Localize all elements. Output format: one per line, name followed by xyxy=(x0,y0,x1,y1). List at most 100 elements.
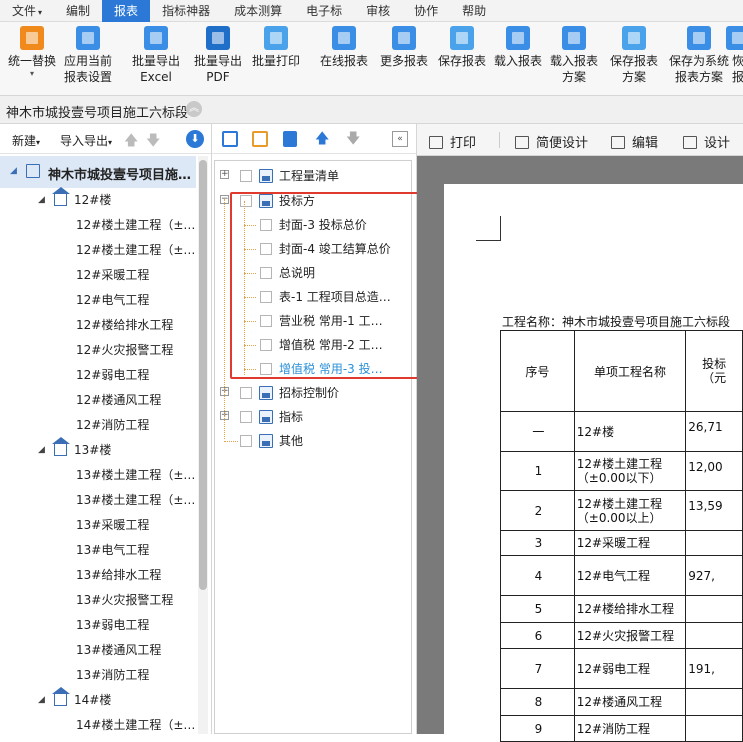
tree-item[interactable]: 12#楼土建工程（±… xyxy=(0,213,196,238)
tree-root[interactable]: ◢ 神木市城投壹号项目施… xyxy=(0,156,196,188)
menu-item[interactable]: 帮助 xyxy=(450,0,498,22)
tree-group[interactable]: ◢ 12#楼 xyxy=(0,187,196,213)
row-number: 2 xyxy=(500,490,575,531)
ribbon-button[interactable]: 更多报表 xyxy=(376,26,432,69)
edit-button[interactable]: 编辑 xyxy=(611,132,658,151)
ribbon-button[interactable]: 恢 报 xyxy=(726,26,743,85)
design-button[interactable]: 设计 xyxy=(683,132,730,151)
row-number: 1 xyxy=(500,451,575,491)
amount-cell xyxy=(685,715,743,742)
menu-item[interactable]: 文件 ▾ xyxy=(0,0,54,22)
checkbox[interactable] xyxy=(240,170,252,182)
report-folder-icon xyxy=(259,410,273,424)
import-export-menu-button[interactable]: 导入导出▾ xyxy=(60,132,112,149)
new-menu-button[interactable]: 新建▾ xyxy=(12,132,40,149)
tree-item[interactable]: 13#消防工程 xyxy=(0,663,196,688)
ribbon-button[interactable]: 保存报表 xyxy=(434,26,490,69)
new-folder-icon[interactable] xyxy=(252,131,268,147)
print-button[interactable]: 打印 xyxy=(429,132,476,151)
menu-item-label: 文件 xyxy=(12,3,37,18)
move-down-icon[interactable]: 🡇 xyxy=(146,130,160,154)
ribbon-button[interactable]: 批量打印 xyxy=(248,26,304,69)
load-scheme-icon xyxy=(562,26,586,50)
design-icon xyxy=(683,136,697,149)
tree-item[interactable]: 12#消防工程 xyxy=(0,413,196,438)
collapse-up-icon[interactable]: ︽ xyxy=(186,101,202,117)
menu-item[interactable]: 审核 xyxy=(354,0,402,22)
tree-item[interactable]: 13#楼土建工程（±… xyxy=(0,463,196,488)
tree-item[interactable]: 13#楼土建工程（±… xyxy=(0,488,196,513)
tree-item[interactable]: 13#火灾报警工程 xyxy=(0,588,196,613)
report-tree-node[interactable]: 其他 xyxy=(215,429,411,453)
chevron-down-icon: ◢ xyxy=(38,445,45,455)
report-tree-node[interactable]: + 工程量清单 xyxy=(215,164,411,188)
checkbox[interactable] xyxy=(240,435,252,447)
ribbon-button[interactable]: 统一替换 ▾ xyxy=(4,26,60,79)
menu-item[interactable]: 编制 xyxy=(54,0,102,22)
menu-item-label: 编制 xyxy=(66,3,91,18)
tree-item[interactable]: 13#电气工程 xyxy=(0,538,196,563)
menu-item[interactable]: 成本测算 xyxy=(222,0,294,22)
tree-item[interactable]: 12#火灾报警工程 xyxy=(0,338,196,363)
collapse-left-icon[interactable]: « xyxy=(392,131,408,147)
tree-item[interactable]: 12#采暖工程 xyxy=(0,263,196,288)
menu-item[interactable]: 报表 xyxy=(102,0,151,22)
tree-item[interactable]: 13#楼通风工程 xyxy=(0,638,196,663)
download-icon[interactable]: ⬇ xyxy=(186,130,204,148)
menu-item[interactable]: 指标神器 xyxy=(150,0,222,22)
checkbox[interactable] xyxy=(240,411,252,423)
tree-item-label: 13#楼土建工程（±… xyxy=(76,468,196,482)
tree-item[interactable]: 14#楼土建工程（±… xyxy=(0,713,196,734)
report-folder-icon xyxy=(259,434,273,448)
project-tree-scrollbar[interactable] xyxy=(198,156,208,734)
tree-group[interactable]: ◢ 14#楼 xyxy=(0,687,196,713)
delete-icon[interactable] xyxy=(283,131,297,147)
ribbon-button[interactable]: 应用当前 报表设置 xyxy=(60,26,116,85)
report-tree-node[interactable]: + 招标控制价 xyxy=(215,381,411,405)
batch-print-icon xyxy=(264,26,288,50)
tree-item[interactable]: 12#楼通风工程 xyxy=(0,388,196,413)
tree-item[interactable]: 13#弱电工程 xyxy=(0,613,196,638)
menu-item[interactable]: 协作 xyxy=(402,0,450,22)
simple-design-button[interactable]: 简便设计 xyxy=(515,132,588,151)
move-up-icon[interactable]: 🡅 xyxy=(315,131,331,147)
amount-cell: 12,00 xyxy=(685,451,743,491)
tree-item[interactable]: 12#楼土建工程（±… xyxy=(0,238,196,263)
move-up-icon[interactable]: 🡅 xyxy=(124,130,138,154)
report-tree-node[interactable]: + 指标 xyxy=(215,405,411,429)
checkbox[interactable] xyxy=(240,387,252,399)
table-row: 8 12#楼通风工程 xyxy=(500,688,743,716)
tree-item-label: 13#给排水工程 xyxy=(76,568,162,582)
tree-item[interactable]: 13#给排水工程 xyxy=(0,563,196,588)
scrollbar-thumb[interactable] xyxy=(199,160,207,590)
tree-group[interactable]: ◢ 13#楼 xyxy=(0,437,196,463)
project-name-cell: 12#弱电工程 xyxy=(573,648,687,689)
report-folder-icon xyxy=(259,169,273,183)
ribbon-button[interactable]: 在线报表 xyxy=(316,26,372,69)
move-down-icon[interactable]: 🡇 xyxy=(346,131,362,147)
menu-item[interactable]: 电子标 xyxy=(294,0,354,22)
report-tree-node-label: 其他 xyxy=(279,434,304,448)
tree-item-label: 13#采暖工程 xyxy=(76,518,150,532)
report-tree-node-label: 招标控制价 xyxy=(279,386,340,400)
report-tree-node-label: 工程量清单 xyxy=(279,169,340,183)
project-name-cell: 12#采暖工程 xyxy=(573,530,687,556)
tree-item[interactable]: 12#弱电工程 xyxy=(0,363,196,388)
amount-cell: 26,71 xyxy=(685,411,743,452)
tree-item-label: 12#电气工程 xyxy=(76,293,150,307)
ribbon-button[interactable]: 载入报表 xyxy=(490,26,546,69)
table-row: 9 12#消防工程 xyxy=(500,715,743,742)
project-name-cell: 12#火灾报警工程 xyxy=(573,622,687,649)
ribbon-button[interactable]: 保存报表 方案 xyxy=(606,26,662,85)
tree-item[interactable]: 13#采暖工程 xyxy=(0,513,196,538)
ribbon-button[interactable]: 保存为系统 报表方案 xyxy=(664,26,734,85)
tree-item[interactable]: 12#电气工程 xyxy=(0,288,196,313)
tree-item-label: 12#火灾报警工程 xyxy=(76,343,174,357)
report-folder-icon xyxy=(259,386,273,400)
new-report-icon[interactable] xyxy=(222,131,238,147)
ribbon-button[interactable]: 载入报表 方案 xyxy=(546,26,602,85)
tree-item[interactable]: 12#楼给排水工程 xyxy=(0,313,196,338)
ribbon-button[interactable]: 批量导出 Excel xyxy=(128,26,184,85)
expand-icon[interactable]: + xyxy=(220,170,229,179)
ribbon-button[interactable]: 批量导出 PDF xyxy=(190,26,246,85)
